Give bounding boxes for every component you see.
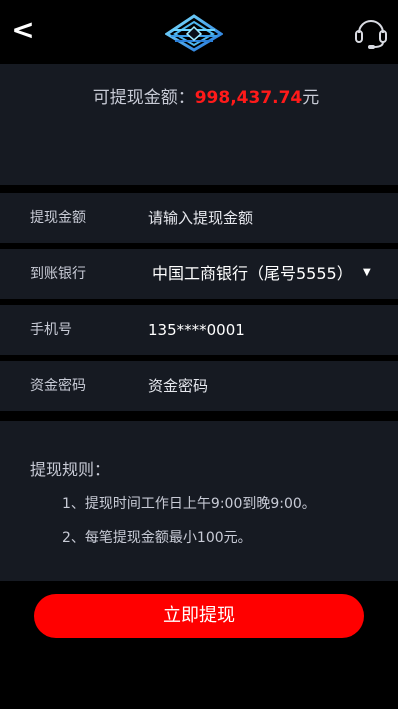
dropdown-caret-icon[interactable]: ▼	[363, 249, 371, 297]
balance-unit: 元	[302, 88, 320, 108]
withdraw-submit-button[interactable]: 立即提现	[34, 594, 364, 638]
balance-panel: 可提现金额：998,437.74元	[0, 64, 398, 185]
rules-panel: 提现规则： 1、提现时间工作日上午9:00到晚9:00。 2、每笔提现金额最小1…	[0, 421, 398, 581]
phone-row: 手机号 135****0001	[0, 305, 398, 355]
bank-logo-icon	[165, 14, 223, 52]
balance-label: 可提现金额：	[92, 88, 195, 108]
amount-label: 提现金额	[30, 210, 86, 226]
withdraw-page: < 可提现金额：998,437.74元 提现金额 请输入提现金额 到账银行 中国…	[0, 0, 398, 709]
back-button[interactable]: <	[10, 12, 36, 48]
balance-amount: 998,437.74	[194, 88, 303, 108]
amount-input[interactable]	[148, 205, 378, 231]
phone-label: 手机号	[30, 322, 72, 338]
rules-title: 提现规则：	[30, 460, 111, 479]
top-bar: <	[0, 0, 398, 64]
rule-item: 2、每笔提现金额最小100元。	[62, 530, 252, 546]
password-input[interactable]	[148, 373, 378, 399]
bank-row[interactable]: 到账银行 中国工商银行（尾号5555） ▼	[0, 249, 398, 299]
password-row: 资金密码	[0, 361, 398, 411]
rule-item: 1、提现时间工作日上午9:00到晚9:00。	[62, 496, 316, 512]
bank-select[interactable]: 中国工商银行（尾号5555）	[152, 249, 353, 299]
password-label: 资金密码	[30, 378, 86, 394]
headset-icon[interactable]	[354, 14, 388, 50]
phone-value: 135****0001	[148, 321, 245, 339]
available-balance: 可提现金额：998,437.74元	[0, 83, 398, 108]
amount-row: 提现金额	[0, 193, 398, 243]
bank-label: 到账银行	[30, 266, 86, 282]
